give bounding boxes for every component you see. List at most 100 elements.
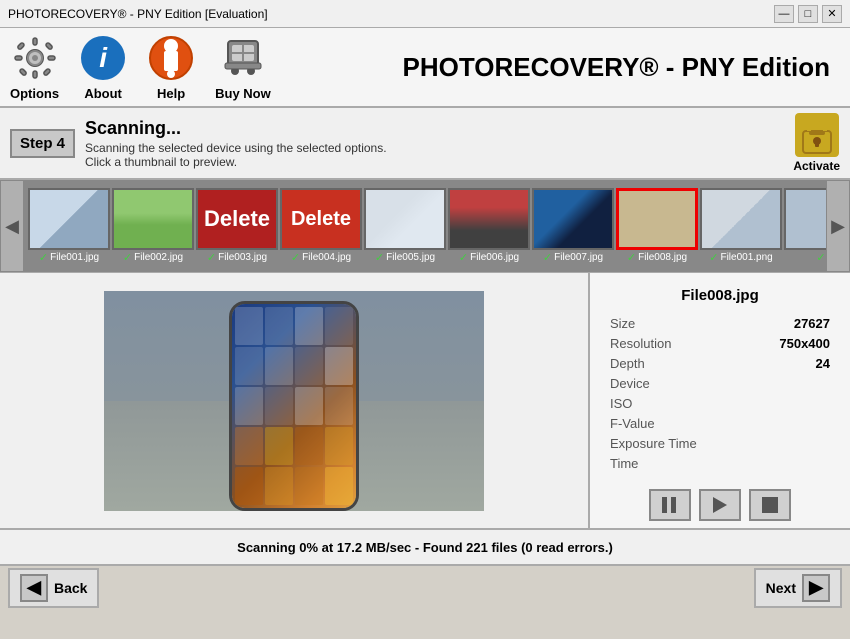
main-content: File008.jpg Size 27627 Resolution 750x40… xyxy=(0,272,850,528)
thumbnail-file005jpg[interactable]: ✓File005.jpg xyxy=(364,188,446,264)
info-filename: File008.jpg xyxy=(610,287,830,304)
preview-image xyxy=(104,291,484,511)
time-label: Time xyxy=(610,456,638,471)
nav-bar: ◀ Back Next ▶ xyxy=(0,564,850,609)
thumb-label-7: ✓File007.jpg xyxy=(543,251,603,264)
help-icon xyxy=(147,34,195,82)
info-row-fvalue: F-Value xyxy=(610,416,830,431)
thumb-img-8 xyxy=(616,188,698,250)
preview-phone xyxy=(104,291,484,511)
info-row-exposure: Exposure Time xyxy=(610,436,830,451)
info-row-resolution: Resolution 750x400 xyxy=(610,336,830,351)
step-label: Step 4 xyxy=(10,129,75,158)
info-icon: i xyxy=(79,34,127,82)
thumb-label-4: ✓File004.jpg xyxy=(291,251,351,264)
thumb-label-3: ✓File003.jpg xyxy=(207,251,267,264)
thumbnail-partial[interactable]: ✓F xyxy=(784,188,826,264)
thumbnail-file001jpg[interactable]: ✓File001.jpg xyxy=(28,188,110,264)
activate-icon xyxy=(795,113,839,157)
depth-value: 24 xyxy=(816,356,830,371)
thumb-img-1 xyxy=(28,188,110,250)
strip-prev-arrow[interactable]: ◀ xyxy=(0,180,24,272)
step-desc2: Click a thumbnail to preview. xyxy=(85,155,783,169)
playback-controls xyxy=(610,489,830,521)
options-label: Options xyxy=(10,86,59,101)
thumb-label-8: ✓File008.jpg xyxy=(627,251,687,264)
app-title: PHOTORECOVERY® - PNY Edition xyxy=(291,52,840,83)
step-title: Scanning... xyxy=(85,118,783,139)
thumb-img-5 xyxy=(364,188,446,250)
thumbnail-strip: ✓File001.jpg ✓File002.jpg Delete ✓File00… xyxy=(24,180,826,272)
gear-icon xyxy=(11,34,59,82)
size-label: Size xyxy=(610,316,635,331)
step-content: Scanning... Scanning the selected device… xyxy=(85,118,783,169)
info-panel: File008.jpg Size 27627 Resolution 750x40… xyxy=(590,273,850,528)
status-bar: Scanning 0% at 17.2 MB/sec - Found 221 f… xyxy=(0,528,850,564)
step-bar: Step 4 Scanning... Scanning the selected… xyxy=(0,108,850,180)
exposure-label: Exposure Time xyxy=(610,436,697,451)
next-arrow: ▶ xyxy=(802,574,830,602)
back-label: Back xyxy=(54,580,87,596)
fvalue-label: F-Value xyxy=(610,416,655,431)
buynow-button[interactable]: Buy Now xyxy=(215,34,271,101)
resolution-label: Resolution xyxy=(610,336,671,351)
maximize-button[interactable]: □ xyxy=(798,5,818,23)
about-button[interactable]: i About xyxy=(79,34,127,101)
next-button[interactable]: Next ▶ xyxy=(754,568,842,608)
help-label: Help xyxy=(157,86,185,101)
activate-button[interactable]: Activate xyxy=(793,113,840,173)
thumbnail-file004jpg[interactable]: Delete ✓File004.jpg xyxy=(280,188,362,264)
iso-label: ISO xyxy=(610,396,632,411)
status-text: Scanning 0% at 17.2 MB/sec - Found 221 f… xyxy=(237,540,613,555)
info-row-size: Size 27627 xyxy=(610,316,830,331)
device-label: Device xyxy=(610,376,650,391)
thumb-label-1: ✓File001.jpg xyxy=(39,251,99,264)
thumb-label-10: ✓F xyxy=(816,251,826,264)
thumb-img-2 xyxy=(112,188,194,250)
thumb-img-9 xyxy=(700,188,782,250)
close-button[interactable]: ✕ xyxy=(822,5,842,23)
toolbar: Options i About Help xyxy=(0,28,850,108)
back-button[interactable]: ◀ Back xyxy=(8,568,99,608)
activate-label: Activate xyxy=(793,159,840,173)
thumbnail-file003jpg[interactable]: Delete ✓File003.jpg xyxy=(196,188,278,264)
strip-next-arrow[interactable]: ▶ xyxy=(826,180,850,272)
stop-button[interactable] xyxy=(749,489,791,521)
cart-icon xyxy=(219,34,267,82)
info-row-depth: Depth 24 xyxy=(610,356,830,371)
size-value: 27627 xyxy=(794,316,830,331)
info-row-iso: ISO xyxy=(610,396,830,411)
thumbnail-strip-wrapper: ◀ ✓File001.jpg ✓File002.jpg Delete ✓File… xyxy=(0,180,850,272)
info-row-time: Time xyxy=(610,456,830,471)
thumb-label-9: ✓File001.png xyxy=(709,251,772,264)
help-button[interactable]: Help xyxy=(147,34,195,101)
depth-label: Depth xyxy=(610,356,645,371)
minimize-button[interactable]: — xyxy=(774,5,794,23)
thumb-label-6: ✓File006.jpg xyxy=(459,251,519,264)
info-row-device: Device xyxy=(610,376,830,391)
back-arrow: ◀ xyxy=(20,574,48,602)
thumbnail-file008jpg[interactable]: ✓File008.jpg xyxy=(616,188,698,264)
thumb-img-7 xyxy=(532,188,614,250)
thumb-img-10 xyxy=(784,188,826,250)
next-label: Next xyxy=(766,580,796,596)
thumb-label-2: ✓File002.jpg xyxy=(123,251,183,264)
pause-button[interactable] xyxy=(649,489,691,521)
title-bar: PHOTORECOVERY® - PNY Edition [Evaluation… xyxy=(0,0,850,28)
preview-area xyxy=(0,273,590,528)
thumbnail-file007jpg[interactable]: ✓File007.jpg xyxy=(532,188,614,264)
thumb-img-4: Delete xyxy=(280,188,362,250)
thumb-img-3: Delete xyxy=(196,188,278,250)
thumbnail-file001png[interactable]: ✓File001.png xyxy=(700,188,782,264)
thumbnail-file002jpg[interactable]: ✓File002.jpg xyxy=(112,188,194,264)
about-label: About xyxy=(84,86,122,101)
resolution-value: 750x400 xyxy=(779,336,830,351)
thumbnail-file006jpg[interactable]: ✓File006.jpg xyxy=(448,188,530,264)
buynow-label: Buy Now xyxy=(215,86,271,101)
title-bar-controls[interactable]: — □ ✕ xyxy=(774,5,842,23)
title-bar-text: PHOTORECOVERY® - PNY Edition [Evaluation… xyxy=(8,7,268,21)
thumb-label-5: ✓File005.jpg xyxy=(375,251,435,264)
play-button[interactable] xyxy=(699,489,741,521)
step-desc1: Scanning the selected device using the s… xyxy=(85,141,783,155)
options-button[interactable]: Options xyxy=(10,34,59,101)
